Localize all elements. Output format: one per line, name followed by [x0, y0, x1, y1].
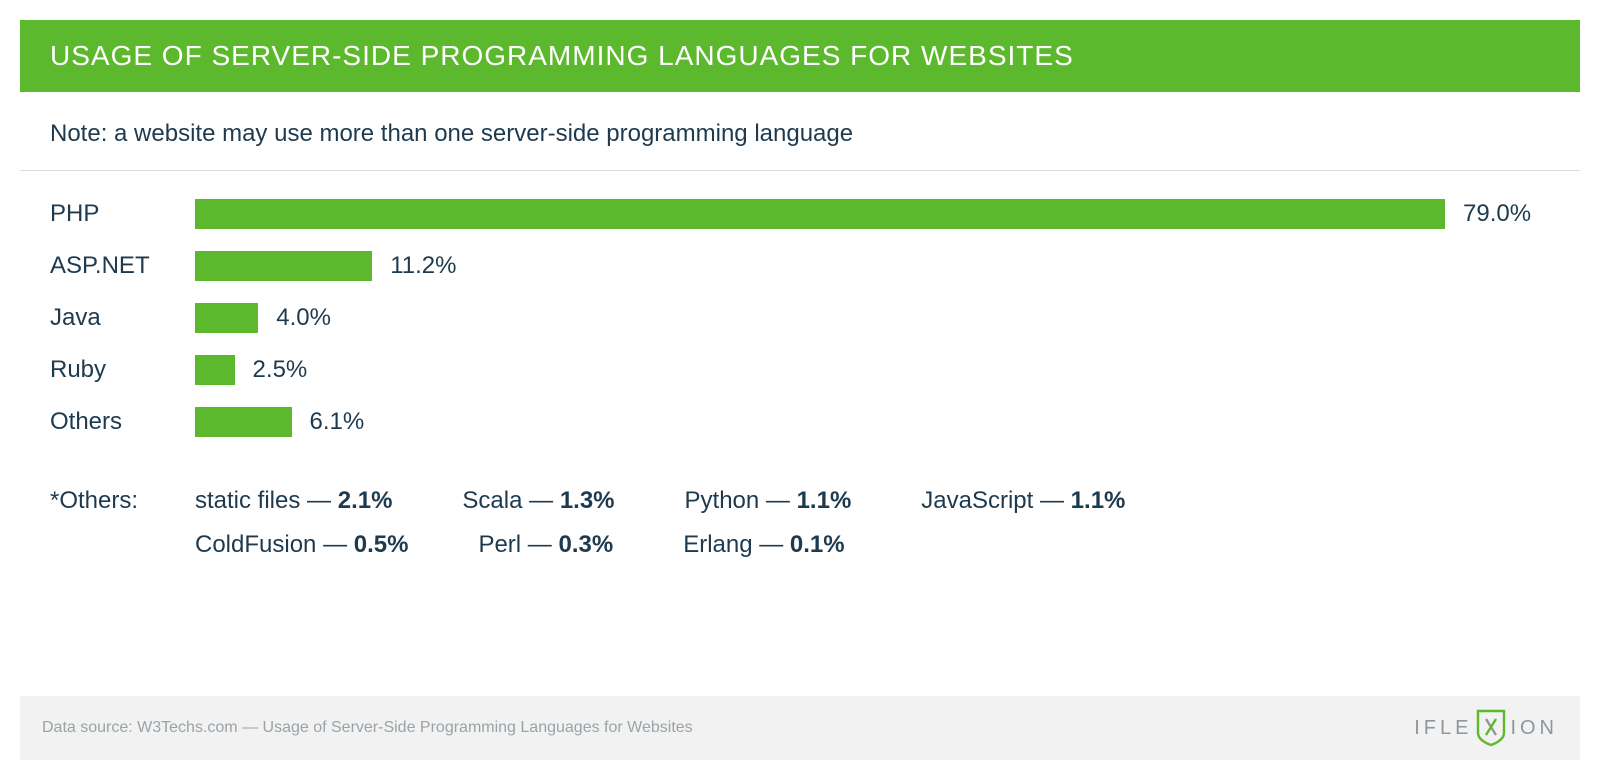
- others-items: ColdFusion — 0.5% Perl — 0.3% Erlang — 0…: [195, 531, 1550, 559]
- bar-value: 11.2%: [390, 252, 456, 280]
- bar-value: 2.5%: [253, 356, 308, 384]
- bar-value: 79.0%: [1463, 200, 1531, 228]
- bar-row: Ruby 2.5%: [50, 355, 1550, 385]
- chart-container: USAGE OF SERVER-SIDE PROGRAMMING LANGUAG…: [20, 0, 1580, 605]
- bar-row: PHP 79.0%: [50, 199, 1550, 229]
- bar-row: Java 4.0%: [50, 303, 1550, 333]
- others-row: *Others: static files — 2.1% Scala — 1.3…: [50, 487, 1550, 515]
- bar-wrap: 79.0%: [195, 199, 1531, 229]
- logo-text-left: IFLE: [1414, 717, 1472, 740]
- others-items: static files — 2.1% Scala — 1.3% Python …: [195, 487, 1550, 515]
- bar: [195, 355, 235, 385]
- bar: [195, 407, 292, 437]
- others-name: Perl: [478, 531, 521, 558]
- bar-value: 4.0%: [276, 304, 331, 332]
- bar-label: PHP: [50, 200, 195, 228]
- others-item: JavaScript — 1.1%: [921, 487, 1125, 515]
- bar-wrap: 4.0%: [195, 303, 1445, 333]
- bar-label: Ruby: [50, 356, 195, 384]
- others-row: ColdFusion — 0.5% Perl — 0.3% Erlang — 0…: [50, 531, 1550, 559]
- data-source: Data source: W3Techs.com — Usage of Serv…: [42, 719, 693, 737]
- others-item: Scala — 1.3%: [462, 487, 614, 515]
- bar-chart: PHP 79.0% ASP.NET 11.2% Java 4.0% Ruby: [20, 171, 1580, 469]
- logo-text-right: ION: [1510, 717, 1558, 740]
- others-item: static files — 2.1%: [195, 487, 392, 515]
- others-spacer: [50, 531, 195, 559]
- footer: Data source: W3Techs.com — Usage of Serv…: [20, 696, 1580, 760]
- others-breakdown: *Others: static files — 2.1% Scala — 1.3…: [20, 469, 1580, 605]
- others-name: Erlang: [683, 531, 752, 558]
- others-pct: 0.3%: [558, 531, 613, 558]
- bar-label: Java: [50, 304, 195, 332]
- others-item: Erlang — 0.1%: [683, 531, 844, 559]
- bar-value: 6.1%: [310, 408, 365, 436]
- iflexion-logo: IFLE ION: [1414, 709, 1558, 747]
- bar-wrap: 2.5%: [195, 355, 1445, 385]
- others-name: JavaScript: [921, 487, 1033, 514]
- bar-row: ASP.NET 11.2%: [50, 251, 1550, 281]
- bar-label: ASP.NET: [50, 252, 195, 280]
- bar-wrap: 6.1%: [195, 407, 1445, 437]
- others-pct: 2.1%: [338, 487, 393, 514]
- others-item: ColdFusion — 0.5%: [195, 531, 408, 559]
- logo-shield-icon: [1474, 709, 1508, 747]
- bar: [195, 303, 258, 333]
- others-pct: 1.1%: [797, 487, 852, 514]
- note-text: Note: a website may use more than one se…: [20, 92, 1580, 171]
- others-item: Python — 1.1%: [685, 487, 852, 515]
- bar-row: Others 6.1%: [50, 407, 1550, 437]
- bar: [195, 199, 1445, 229]
- others-pct: 0.1%: [790, 531, 845, 558]
- others-pct: 0.5%: [354, 531, 409, 558]
- others-item: Perl — 0.3%: [478, 531, 613, 559]
- others-name: Python: [685, 487, 760, 514]
- others-pct: 1.1%: [1071, 487, 1126, 514]
- bar-wrap: 11.2%: [195, 251, 1445, 281]
- bar: [195, 251, 372, 281]
- others-label: *Others:: [50, 487, 195, 515]
- others-name: Scala: [462, 487, 522, 514]
- others-name: ColdFusion: [195, 531, 316, 558]
- others-pct: 1.3%: [560, 487, 615, 514]
- others-name: static files: [195, 487, 300, 514]
- page-title: USAGE OF SERVER-SIDE PROGRAMMING LANGUAG…: [20, 20, 1580, 92]
- bar-label: Others: [50, 408, 195, 436]
